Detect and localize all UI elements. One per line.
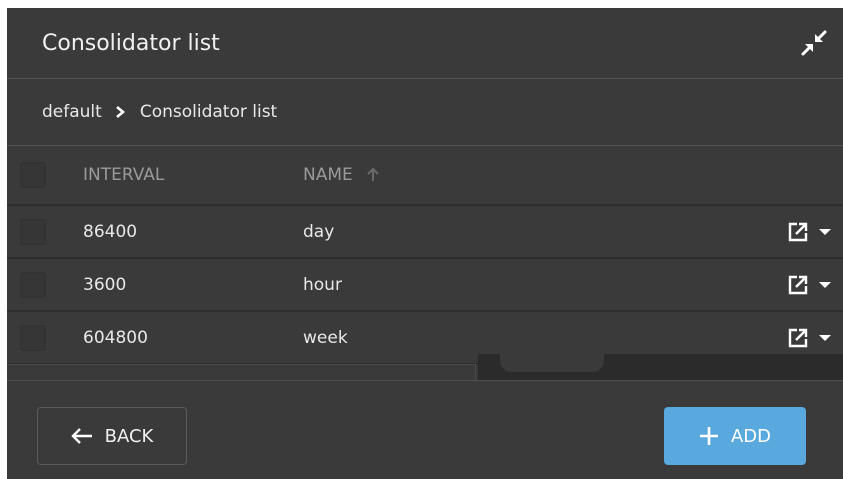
- cell-interval: 3600: [83, 274, 127, 295]
- add-button-label: ADD: [730, 425, 772, 447]
- back-button[interactable]: BACK: [37, 407, 187, 465]
- table-header: INTERVAL NAME: [7, 146, 843, 206]
- sort-arrow-up-icon[interactable]: [367, 168, 379, 182]
- column-header-name-label: NAME: [303, 165, 353, 185]
- cell-interval: 604800: [83, 327, 148, 348]
- row-checkbox[interactable]: [20, 218, 46, 245]
- select-all-checkbox[interactable]: [20, 162, 46, 188]
- row-actions: [787, 327, 831, 349]
- collapse-button[interactable]: [797, 26, 831, 60]
- open-external-icon[interactable]: [787, 274, 809, 296]
- page-title: Consolidator list: [42, 30, 220, 56]
- row-checkbox[interactable]: [20, 271, 46, 298]
- cell-name: hour: [303, 274, 342, 295]
- panel-header: Consolidator list: [7, 8, 843, 79]
- row-actions: [787, 221, 831, 243]
- open-external-icon[interactable]: [787, 221, 809, 243]
- table-row[interactable]: 3600 hour: [7, 259, 843, 312]
- cell-interval: 86400: [83, 221, 138, 242]
- cell-name: day: [303, 221, 335, 242]
- breadcrumb-root[interactable]: default: [42, 102, 102, 122]
- column-header-interval[interactable]: INTERVAL: [83, 165, 164, 185]
- table-row[interactable]: 86400 day: [7, 206, 843, 259]
- panel-footer: BACK ADD: [7, 380, 843, 479]
- consolidator-panel: Consolidator list default Consolidator l…: [7, 8, 843, 479]
- breadcrumb: default Consolidator list: [7, 79, 843, 146]
- row-actions: [787, 274, 831, 296]
- dropdown-caret-icon[interactable]: [819, 334, 831, 342]
- chevron-right-icon: [114, 105, 126, 119]
- open-external-icon[interactable]: [787, 327, 809, 349]
- dropdown-caret-icon[interactable]: [819, 281, 831, 289]
- scroll-thumb[interactable]: [500, 354, 604, 372]
- breadcrumb-current: Consolidator list: [139, 102, 278, 122]
- cell-name: week: [303, 327, 348, 348]
- column-header-name[interactable]: NAME: [303, 165, 379, 185]
- collapse-arrows-icon: [801, 30, 827, 56]
- arrow-left-icon: [70, 428, 92, 444]
- row-checkbox[interactable]: [20, 324, 46, 351]
- consolidator-table: INTERVAL NAME 86400 day 3600 hour 604800…: [7, 146, 843, 365]
- add-button[interactable]: ADD: [664, 407, 806, 465]
- back-button-label: BACK: [104, 425, 154, 447]
- dropdown-caret-icon[interactable]: [819, 228, 831, 236]
- plus-icon: [699, 427, 718, 445]
- table-bottom-edge: [7, 364, 476, 381]
